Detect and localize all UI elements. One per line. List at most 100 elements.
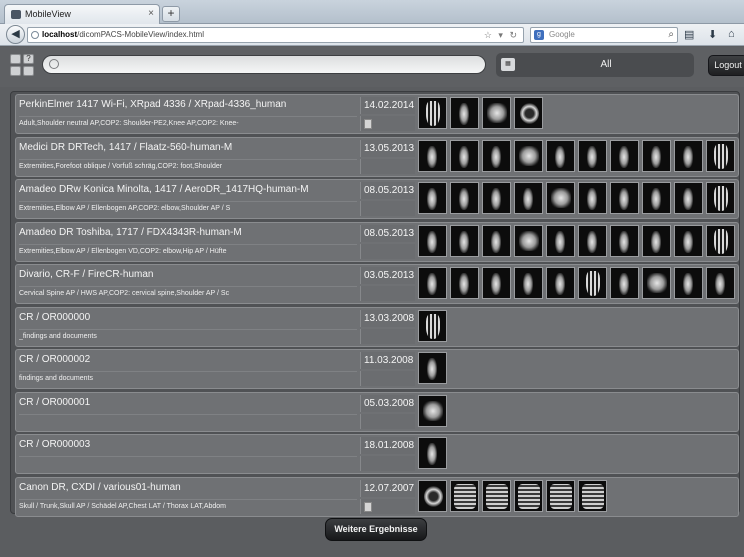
xray-thumbnail[interactable]	[546, 225, 575, 257]
grid-icon	[10, 66, 21, 76]
study-date: 05.03.2008	[360, 395, 415, 412]
study-title[interactable]: Divario, CR-F / FireCR-human	[19, 269, 357, 285]
xray-thumbnail[interactable]	[482, 97, 511, 129]
download-icon[interactable]: ⬇	[708, 28, 717, 41]
xray-thumbnail[interactable]	[706, 225, 735, 257]
study-title[interactable]: PerkinElmer 1417 Wi-Fi, XRpad 4336 / XRp…	[19, 99, 357, 115]
filter-bar[interactable]: ▦ All	[496, 53, 694, 77]
xray-thumbnail[interactable]	[450, 97, 479, 129]
more-results-button[interactable]: Weitere Ergebnisse	[325, 518, 427, 541]
filter-all[interactable]: All	[576, 59, 636, 70]
xray-thumbnail[interactable]	[450, 140, 479, 172]
address-bar[interactable]: localhost/dicomPACS-MobileView/index.htm…	[27, 27, 524, 43]
study-title[interactable]: CR / OR000001	[19, 397, 357, 413]
xray-thumbnail[interactable]	[514, 267, 543, 299]
browser-tab[interactable]: MobileView ×	[4, 4, 160, 25]
xray-thumbnail[interactable]	[482, 182, 511, 214]
xray-thumbnail[interactable]	[674, 225, 703, 257]
study-title[interactable]: CR / OR000002	[19, 354, 357, 370]
view-toggle-button[interactable]: ?	[10, 54, 36, 78]
calendar-icon[interactable]: ▦	[501, 58, 515, 71]
new-tab-button[interactable]: +	[162, 6, 180, 22]
study-title[interactable]: CR / OR000003	[19, 439, 357, 455]
xray-thumbnail[interactable]	[546, 480, 575, 512]
xray-thumbnail[interactable]	[418, 97, 447, 129]
xray-thumbnail[interactable]	[578, 182, 607, 214]
xray-thumbnail[interactable]	[610, 267, 639, 299]
xray-thumbnail[interactable]	[482, 225, 511, 257]
study-date: 12.07.2007	[360, 480, 415, 497]
xray-thumbnail[interactable]	[642, 182, 671, 214]
study-search[interactable]	[42, 55, 486, 74]
url-host: localhost	[42, 30, 78, 39]
xray-thumbnail[interactable]	[610, 182, 639, 214]
xray-thumbnail[interactable]	[418, 310, 447, 342]
xray-thumbnail[interactable]	[450, 182, 479, 214]
search-icon	[49, 59, 59, 69]
study-title[interactable]: Medici DR DRTech, 1417 / Flaatz-560-huma…	[19, 142, 357, 158]
xray-thumbnail[interactable]	[418, 437, 447, 469]
xray-thumbnail[interactable]	[514, 97, 543, 129]
xray-thumbnail[interactable]	[578, 140, 607, 172]
xray-thumbnail[interactable]	[546, 140, 575, 172]
xray-thumbnail[interactable]	[418, 182, 447, 214]
back-button[interactable]: ◀	[6, 25, 25, 44]
xray-thumbnail[interactable]	[674, 182, 703, 214]
xray-thumbnail[interactable]	[642, 267, 671, 299]
xray-thumbnail[interactable]	[546, 267, 575, 299]
xray-thumbnail[interactable]	[482, 480, 511, 512]
xray-thumbnail[interactable]	[418, 352, 447, 384]
xray-thumbnail[interactable]	[642, 225, 671, 257]
xray-thumbnail[interactable]	[418, 140, 447, 172]
study-row[interactable]: Medici DR DRTech, 1417 / Flaatz-560-huma…	[15, 137, 739, 177]
study-row[interactable]: CR / OR000002 findings and documents 11.03…	[15, 349, 739, 389]
xray-thumbnail[interactable]	[514, 225, 543, 257]
xray-thumbnail[interactable]	[514, 182, 543, 214]
xray-thumbnail[interactable]	[610, 140, 639, 172]
study-description: Extremities,Forefoot oblique / Vorfuß sc…	[19, 159, 357, 172]
xray-thumbnail[interactable]	[578, 225, 607, 257]
study-row[interactable]: Amadeo DRw Konica Minolta, 1417 / AeroDR…	[15, 179, 739, 219]
study-row[interactable]: CR / OR000001 05.03.2008	[15, 392, 739, 432]
xray-thumbnail[interactable]	[674, 267, 703, 299]
xray-thumbnail[interactable]	[674, 140, 703, 172]
xray-thumbnail[interactable]	[450, 225, 479, 257]
xray-thumbnail[interactable]	[706, 267, 735, 299]
xray-thumbnail[interactable]	[482, 267, 511, 299]
xray-thumbnail[interactable]	[514, 480, 543, 512]
study-row[interactable]: PerkinElmer 1417 Wi-Fi, XRpad 4336 / XRp…	[15, 94, 739, 134]
xray-thumbnail[interactable]	[514, 140, 543, 172]
study-title[interactable]: Canon DR, CXDI / various01-human	[19, 482, 357, 498]
bookmarks-icon[interactable]: ▤	[684, 28, 694, 41]
search-input[interactable]	[61, 58, 481, 72]
browser-search-field[interactable]: g Google ⌕	[530, 27, 678, 43]
study-row[interactable]: CR / OR000003 18.01.2008	[15, 434, 739, 474]
study-row[interactable]: Divario, CR-F / FireCR-human Cervical Spi…	[15, 264, 739, 304]
tab-close-icon[interactable]: ×	[148, 8, 154, 19]
xray-thumbnail[interactable]	[546, 182, 575, 214]
home-icon[interactable]: ⌂	[728, 28, 735, 40]
xray-thumbnail[interactable]	[418, 480, 447, 512]
xray-thumbnail[interactable]	[706, 182, 735, 214]
xray-thumbnail[interactable]	[450, 267, 479, 299]
study-title[interactable]: Amadeo DRw Konica Minolta, 1417 / AeroDR…	[19, 184, 357, 200]
logout-button[interactable]: Logout	[708, 55, 744, 76]
xray-thumbnail[interactable]	[578, 480, 607, 512]
study-row[interactable]: Canon DR, CXDI / various01-human Skull / …	[15, 477, 739, 517]
xray-thumbnail[interactable]	[418, 225, 447, 257]
xray-thumbnail[interactable]	[610, 225, 639, 257]
search-icon[interactable]: ⌕	[668, 28, 674, 42]
xray-thumbnail[interactable]	[706, 140, 735, 172]
xray-thumbnail[interactable]	[450, 480, 479, 512]
study-row[interactable]: Amadeo DR Toshiba, 1717 / FDX4343R-human…	[15, 222, 739, 262]
google-icon[interactable]: g	[534, 30, 544, 40]
study-title[interactable]: CR / OR000000	[19, 312, 357, 328]
xray-thumbnail[interactable]	[418, 395, 447, 427]
xray-thumbnail[interactable]	[578, 267, 607, 299]
xray-thumbnail[interactable]	[418, 267, 447, 299]
study-row[interactable]: CR / OR000000 _findings and documents 13.0…	[15, 307, 739, 347]
xray-thumbnail[interactable]	[642, 140, 671, 172]
bookmark-star-icon[interactable]: ☆ ▾ ↻	[484, 28, 519, 42]
xray-thumbnail[interactable]	[482, 140, 511, 172]
study-title[interactable]: Amadeo DR Toshiba, 1717 / FDX4343R-human…	[19, 227, 357, 243]
